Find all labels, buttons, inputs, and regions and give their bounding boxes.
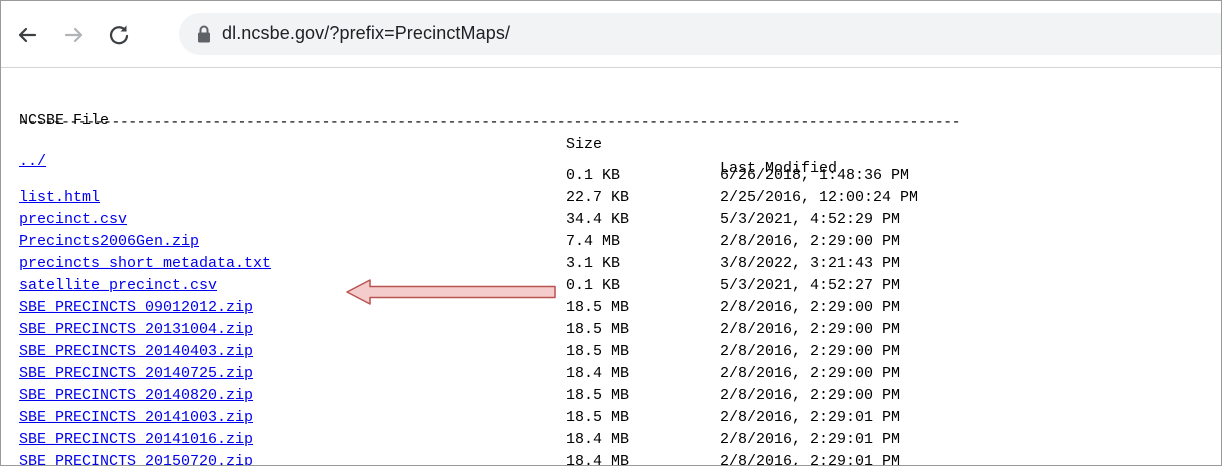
file-link[interactable]: SBE_PRECINCTS_20141003.zip <box>19 407 253 429</box>
file-last-modified: 5/3/2021, 4:52:29 PM <box>720 211 901 228</box>
divider-row: ----------------------------------------… <box>19 109 961 130</box>
file-row: SBE_PRECINCTS_20141016.zip 18.4 MB 2/8/201… <box>19 429 900 451</box>
file-size: 7.4 MB <box>566 233 621 250</box>
file-row: SBE_PRECINCTS_20140725.zip 18.4 MB 2/8/201… <box>19 363 900 385</box>
file-size: 18.5 MB <box>566 387 630 404</box>
annotation-arrow <box>346 279 556 305</box>
file-size: 34.4 KB <box>566 211 630 228</box>
file-link[interactable]: SBE_PRECINCTS_09012012.zip <box>19 297 253 319</box>
file-last-modified: 2/8/2016, 2:29:00 PM <box>720 299 901 316</box>
file-last-modified: 6/26/2018, 1:48:36 PM <box>720 167 910 184</box>
file-last-modified: 2/8/2016, 2:29:01 PM <box>720 409 901 426</box>
browser-window: dl.ncsbe.gov/?prefix=PrecinctMaps/ NCSBE… <box>0 0 1222 466</box>
file-last-modified: 2/8/2016, 2:29:01 PM <box>720 431 901 448</box>
file-size: 0.1 KB <box>566 167 621 184</box>
file-link[interactable]: SBE_PRECINCTS_20141016.zip <box>19 429 253 451</box>
file-link[interactable]: SBE_PRECINCTS_20150720.zip <box>19 451 253 465</box>
file-link[interactable]: Precincts2006Gen.zip <box>19 231 199 253</box>
file-row: 0.1 KB 6/26/2018, 1:48:36 PM <box>19 165 909 187</box>
file-size: 18.4 MB <box>566 365 630 382</box>
file-size: 3.1 KB <box>566 255 621 272</box>
file-row: satellite_precinct.csv 0.1 KB 5/3/2021, 4:… <box>19 275 900 297</box>
reload-button[interactable] <box>105 21 133 49</box>
file-size: 18.4 MB <box>566 453 630 466</box>
header-size: Size <box>566 136 603 153</box>
file-size: 18.4 MB <box>566 431 630 448</box>
file-last-modified: 2/8/2016, 2:29:00 PM <box>720 387 901 404</box>
back-arrow-icon <box>18 27 37 43</box>
file-row: SBE_PRECINCTS_20131004.zip 18.5 MB 2/8/201… <box>19 319 900 341</box>
file-row: SBE_PRECINCTS_20140820.zip 18.5 MB 2/8/201… <box>19 385 900 407</box>
reload-icon <box>109 25 129 45</box>
file-size: 18.5 MB <box>566 299 630 316</box>
file-listing: NCSBE File Size Last Modified ----------… <box>19 85 961 465</box>
parent-dir-row: ../ <box>19 129 73 170</box>
file-size: 18.5 MB <box>566 321 630 338</box>
file-link[interactable]: SBE_PRECINCTS_20140725.zip <box>19 363 253 385</box>
forward-arrow-icon <box>64 27 83 43</box>
file-size: 18.5 MB <box>566 409 630 426</box>
file-row: list.html 22.7 KB 2/25/2016, 12:00:24 PM <box>19 187 918 209</box>
file-row: Precincts2006Gen.zip 7.4 MB 2/8/2016, 2:29… <box>19 231 900 253</box>
file-row: SBE_PRECINCTS_20150720.zip 18.4 MB 2/8/201… <box>19 451 900 465</box>
header-divider: ----------------------------------------… <box>19 114 961 131</box>
file-last-modified: 2/8/2016, 2:29:00 PM <box>720 321 901 338</box>
file-last-modified: 5/3/2021, 4:52:27 PM <box>720 277 901 294</box>
file-size: 18.5 MB <box>566 343 630 360</box>
file-link[interactable]: SBE_PRECINCTS_20140820.zip <box>19 385 253 407</box>
file-size: 0.1 KB <box>566 277 621 294</box>
file-last-modified: 2/8/2016, 2:29:00 PM <box>720 233 901 250</box>
file-link[interactable]: SBE_PRECINCTS_20140403.zip <box>19 341 253 363</box>
file-link[interactable]: SBE_PRECINCTS_20131004.zip <box>19 319 253 341</box>
file-last-modified: 2/25/2016, 12:00:24 PM <box>720 189 919 206</box>
file-rows: 0.1 KB 6/26/2018, 1:48:36 PM list.html 22.7… <box>19 165 918 465</box>
file-link[interactable]: satellite_precinct.csv <box>19 275 217 297</box>
file-link[interactable]: precinct.csv <box>19 209 127 231</box>
lock-icon[interactable] <box>197 25 211 43</box>
file-row: SBE_PRECINCTS_09012012.zip 18.5 MB 2/8/201… <box>19 297 900 319</box>
file-row: SBE_PRECINCTS_20141003.zip 18.5 MB 2/8/201… <box>19 407 900 429</box>
file-row: precincts_short_metadata.txt 3.1 KB 3/8/20… <box>19 253 900 275</box>
file-link[interactable]: list.html <box>19 187 100 209</box>
file-last-modified: 2/8/2016, 2:29:00 PM <box>720 343 901 360</box>
listing-header: NCSBE File Size Last Modified <box>19 85 837 177</box>
file-row: precinct.csv 34.4 KB 5/3/2021, 4:52:29 PM <box>19 209 900 231</box>
file-last-modified: 3/8/2022, 3:21:43 PM <box>720 255 901 272</box>
forward-button[interactable] <box>60 21 88 49</box>
back-button[interactable] <box>13 21 41 49</box>
address-bar[interactable]: dl.ncsbe.gov/?prefix=PrecinctMaps/ <box>179 13 1221 55</box>
file-size: 22.7 KB <box>566 189 630 206</box>
file-last-modified: 2/8/2016, 2:29:01 PM <box>720 453 901 466</box>
file-last-modified: 2/8/2016, 2:29:00 PM <box>720 365 901 382</box>
url-text[interactable]: dl.ncsbe.gov/?prefix=PrecinctMaps/ <box>222 23 510 44</box>
file-link[interactable]: precincts_short_metadata.txt <box>19 253 271 275</box>
browser-toolbar: dl.ncsbe.gov/?prefix=PrecinctMaps/ <box>1 1 1221 68</box>
file-row: SBE_PRECINCTS_20140403.zip 18.5 MB 2/8/201… <box>19 341 900 363</box>
